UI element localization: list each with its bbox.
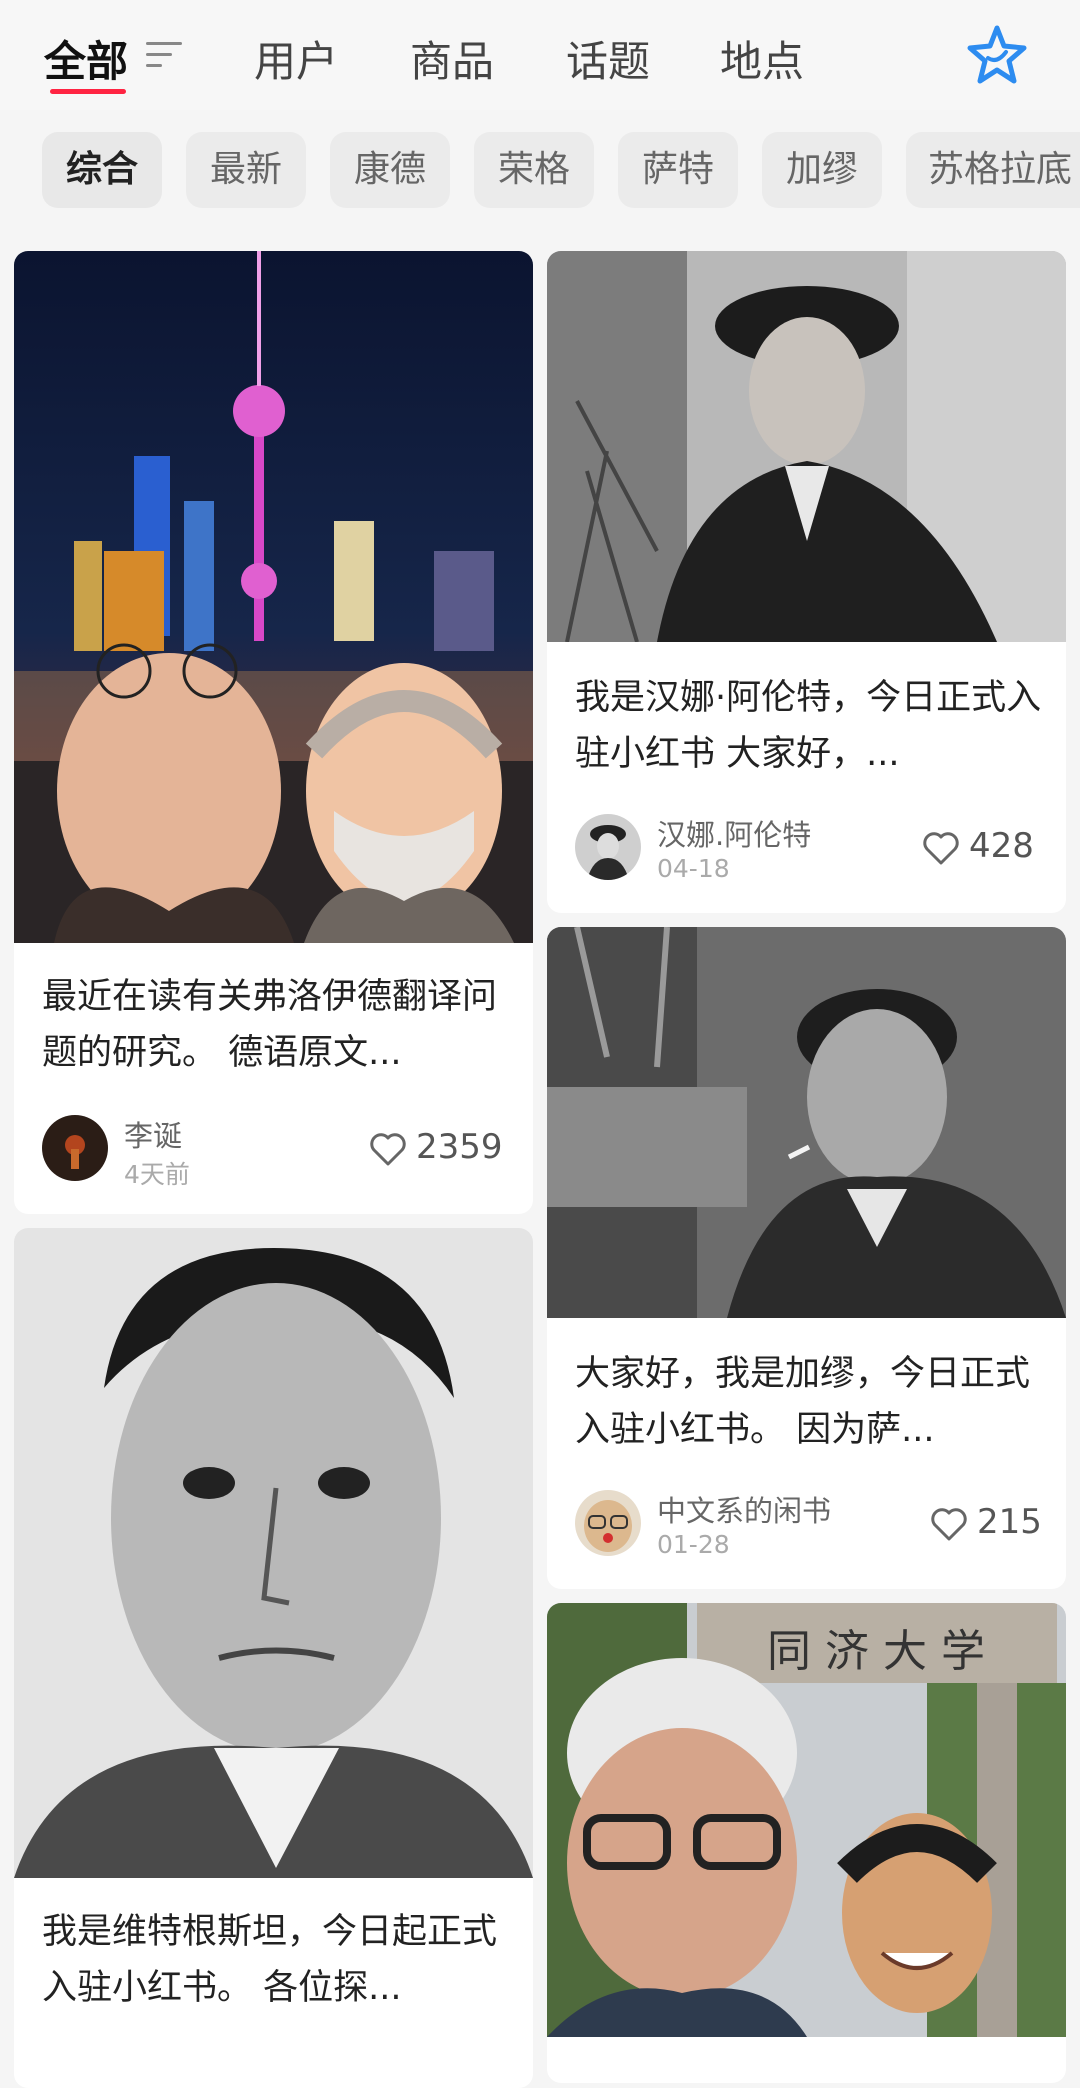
post-date: 4天前	[124, 1160, 190, 1189]
tab-all[interactable]: 全部	[44, 28, 128, 89]
avatar[interactable]	[575, 1490, 641, 1556]
chip-socrates[interactable]: 苏格拉底	[906, 132, 1080, 208]
search-result-tabs: 全部 用户 商品 话题 地点	[0, 0, 1080, 110]
author-name[interactable]: 汉娜.阿伦特	[657, 812, 811, 854]
tab-users[interactable]: 用户	[254, 28, 338, 89]
heart-icon[interactable]	[929, 1506, 969, 1542]
note-cover-image: 同济大学	[547, 1603, 1066, 2037]
filter-chip-row: 综合 最新 康德 荣格 萨特 加缪 苏格拉底	[0, 128, 1080, 212]
note-cover-image	[547, 927, 1066, 1318]
avatar[interactable]	[575, 814, 641, 880]
note-card[interactable]: 我是维特根斯坦，今日起正式入驻小红书。 各位探...	[14, 1228, 533, 2088]
tab-products[interactable]: 商品	[410, 28, 494, 89]
note-card[interactable]: 最近在读有关弗洛伊德翻译问题的研究。 德语原文... 李诞 4天前 2359	[14, 251, 533, 1214]
ai-star-icon[interactable]	[964, 22, 1030, 88]
author-name[interactable]: 李诞	[124, 1113, 182, 1155]
chip-comprehensive[interactable]: 综合	[42, 132, 162, 208]
like-count: 2359	[416, 1127, 503, 1167]
like-count: 428	[969, 826, 1034, 866]
note-card[interactable]: 大家好，我是加缪，今日正式入驻小红书。 因为萨... 中文系的闲书 01-28 …	[547, 927, 1066, 1589]
post-date: 04-18	[657, 854, 730, 883]
note-cover-image	[14, 251, 533, 943]
note-card[interactable]: 同济大学	[547, 1603, 1066, 2083]
gate-sign-text: 同济大学	[767, 1626, 999, 1677]
note-title: 大家好，我是加缪，今日正式入驻小红书。 因为萨...	[575, 1354, 1031, 1450]
avatar[interactable]	[42, 1115, 108, 1181]
note-cover-image	[14, 1228, 533, 1878]
tab-topics[interactable]: 话题	[566, 28, 650, 89]
filter-icon[interactable]	[146, 40, 184, 70]
chip-sartre[interactable]: 萨特	[618, 132, 738, 208]
active-tab-indicator	[50, 89, 126, 94]
author-name[interactable]: 中文系的闲书	[657, 1488, 831, 1530]
post-date: 01-28	[657, 1530, 730, 1559]
like-count: 215	[977, 1502, 1042, 1542]
note-card[interactable]: 我是汉娜·阿伦特，今日正式入驻小红书 大家好，... 汉娜.阿伦特 04-18 …	[547, 251, 1066, 913]
note-cover-image	[547, 251, 1066, 642]
note-title: 我是汉娜·阿伦特，今日正式入驻小红书 大家好，...	[575, 678, 1042, 774]
note-title: 我是维特根斯坦，今日起正式入驻小红书。 各位探...	[42, 1912, 498, 2008]
tab-places[interactable]: 地点	[720, 28, 804, 89]
chip-jung[interactable]: 荣格	[474, 132, 594, 208]
chip-kant[interactable]: 康德	[330, 132, 450, 208]
chip-latest[interactable]: 最新	[186, 132, 306, 208]
heart-icon[interactable]	[921, 830, 961, 866]
note-title: 最近在读有关弗洛伊德翻译问题的研究。 德语原文...	[42, 977, 498, 1073]
heart-icon[interactable]	[368, 1131, 408, 1167]
chip-camus[interactable]: 加缪	[762, 132, 882, 208]
